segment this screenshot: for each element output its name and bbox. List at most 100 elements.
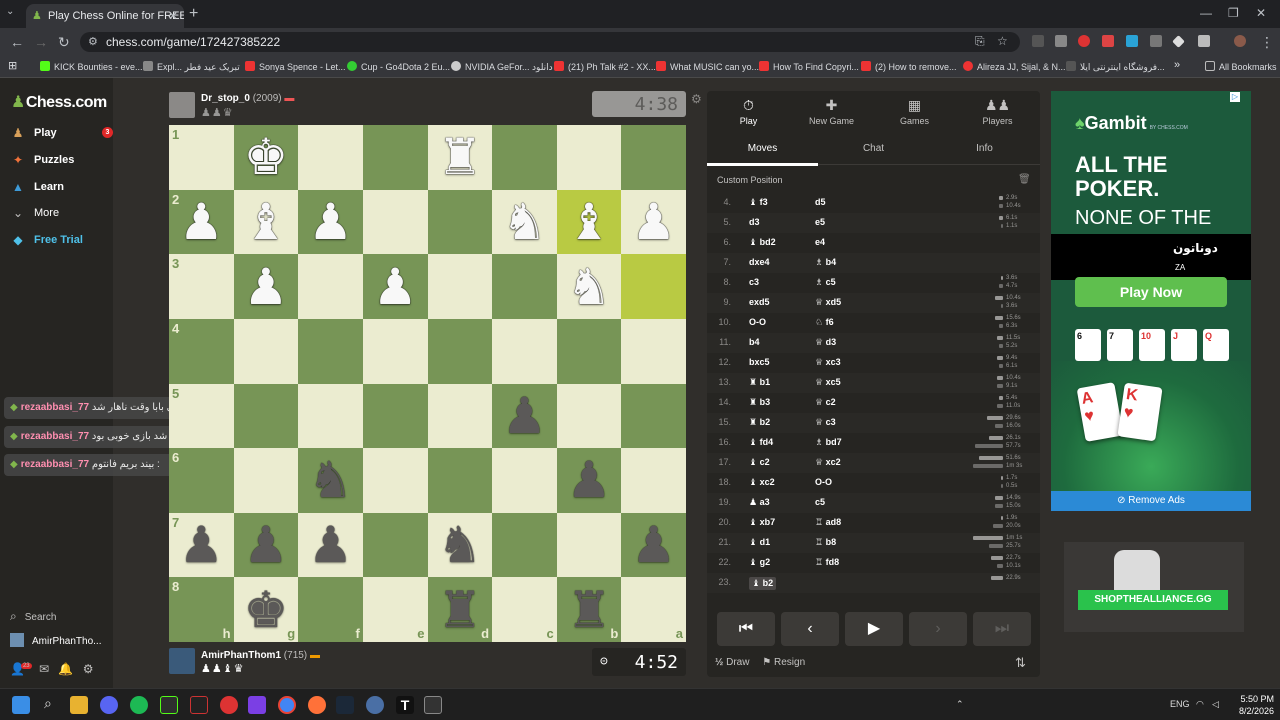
board-square[interactable] xyxy=(556,383,622,449)
more-bookmarks-icon[interactable]: » xyxy=(1174,59,1180,71)
black-move[interactable]: ♖ ad8 xyxy=(815,517,841,528)
black-piece[interactable]: ♟ xyxy=(631,520,676,570)
volume-icon[interactable]: ◁ xyxy=(1212,699,1219,710)
board-square[interactable] xyxy=(492,254,557,319)
black-move[interactable]: ♕ c2 xyxy=(815,397,836,408)
board-square[interactable] xyxy=(621,254,686,319)
ad-choices-icon[interactable]: ▷ xyxy=(1230,92,1240,102)
search-icon[interactable]: ⌕ xyxy=(44,695,52,712)
board-square[interactable] xyxy=(427,383,493,449)
board-square[interactable] xyxy=(362,448,428,513)
last-move-button[interactable]: ⏭ xyxy=(973,612,1031,646)
black-piece[interactable]: ♟ xyxy=(179,520,224,570)
bookmark-item[interactable]: Alireza JJ, Sijal, & N... xyxy=(963,61,1066,72)
bookmark-item[interactable]: How To Find Copyri... xyxy=(759,61,859,72)
tab-close-icon[interactable]: ✕ xyxy=(168,9,178,23)
white-move[interactable]: ♝ g2 xyxy=(749,557,770,568)
browser-tab-chess[interactable]: ♟ Play Chess Online for FREE - 2 P ✕ xyxy=(26,4,184,28)
sidebar-search[interactable]: ⌕ Search xyxy=(10,609,56,624)
install-icon[interactable]: ⎘ xyxy=(975,34,985,49)
chesscom-logo[interactable]: ♟Chess.com xyxy=(11,92,107,112)
black-move[interactable]: c5 xyxy=(815,497,825,507)
new-tab-icon[interactable]: + xyxy=(189,5,198,23)
notifications-bell-icon[interactable]: 🔔 xyxy=(58,662,73,676)
white-piece[interactable]: ♟ xyxy=(631,197,676,247)
board-square[interactable]: 6 xyxy=(169,448,234,513)
apps-grid-icon[interactable]: ⊞ xyxy=(8,59,17,72)
resign-button[interactable]: ⚑ Resign xyxy=(762,657,805,668)
bookmark-item[interactable]: KICK Bounties - eve... xyxy=(40,61,143,72)
previous-move-button[interactable]: ‹ xyxy=(781,612,839,646)
white-move[interactable]: ♝ xb7 xyxy=(749,517,775,528)
white-move[interactable]: ♝ fd4 xyxy=(749,437,773,448)
extension-icon[interactable] xyxy=(1055,35,1067,47)
app-icon[interactable] xyxy=(366,696,384,714)
app-icon[interactable] xyxy=(190,696,208,714)
steam-icon[interactable] xyxy=(336,696,354,714)
board-square[interactable] xyxy=(556,512,622,578)
black-move[interactable]: ♕ c3 xyxy=(815,417,836,428)
extension-icon[interactable] xyxy=(1078,35,1090,47)
board-square[interactable]: ♞ xyxy=(298,448,363,513)
opponent-avatar[interactable] xyxy=(169,92,195,118)
black-move[interactable]: ♕ xc5 xyxy=(815,377,841,388)
sidebar-user[interactable]: AmirPhanTho... xyxy=(10,633,101,647)
white-piece[interactable]: ♝ xyxy=(567,197,612,247)
bookmark-item[interactable]: NVIDIA GeFor... دانلود xyxy=(451,61,553,73)
white-move[interactable]: bxc5 xyxy=(749,357,770,367)
minimize-icon[interactable]: — xyxy=(1200,6,1212,20)
forward-icon[interactable]: → xyxy=(34,34,48,50)
white-move[interactable]: ♜ b3 xyxy=(749,397,770,408)
board-square[interactable]: g ♚ xyxy=(233,577,299,642)
board-square[interactable]: a xyxy=(621,577,686,642)
file-explorer-icon[interactable] xyxy=(70,696,88,714)
black-move[interactable]: ♕ d3 xyxy=(815,337,836,348)
black-move[interactable]: ♗ b4 xyxy=(815,257,836,268)
board-square[interactable] xyxy=(233,383,299,449)
board-square[interactable]: ♟ xyxy=(492,383,557,449)
tab-play[interactable]: ⏱ Play xyxy=(707,97,790,126)
board-square[interactable]: ♟ xyxy=(233,254,299,319)
board-square[interactable] xyxy=(233,448,299,513)
tab-games[interactable]: ▦ Games xyxy=(873,97,956,126)
move-list[interactable]: 4. ♝ f3 d5 2.9s 10.4s 5. d3 e5 6.1s 1.1s 6. ♝ bd2 e4… xyxy=(707,189,1040,609)
white-move[interactable]: ♝ f3 xyxy=(749,197,768,208)
white-piece[interactable]: ♟ xyxy=(244,262,289,312)
board-square[interactable]: ♟ xyxy=(298,189,363,255)
white-piece[interactable]: ♝ xyxy=(244,197,289,247)
black-move[interactable]: ♗ c5 xyxy=(815,277,836,288)
board-square[interactable] xyxy=(556,318,622,384)
extension-icon[interactable] xyxy=(1102,35,1114,47)
opponent-name[interactable]: Dr_stop_0 (2009) ▬ xyxy=(201,93,294,104)
board-square[interactable] xyxy=(621,125,686,190)
black-piece[interactable]: ♞ xyxy=(308,455,353,505)
windows-start-icon[interactable] xyxy=(12,696,30,714)
board-square[interactable]: 1 xyxy=(169,125,234,190)
first-move-button[interactable]: ⏮ xyxy=(717,612,775,646)
reload-icon[interactable]: ↻ xyxy=(58,34,70,51)
white-piece[interactable]: ♟ xyxy=(179,197,224,247)
sidebar-item-play[interactable]: ♟ Play 3 xyxy=(10,126,113,146)
profile-avatar[interactable] xyxy=(1234,35,1246,47)
board-square[interactable]: 5 xyxy=(169,383,234,449)
sidebar-item-more[interactable]: ⌄ More xyxy=(10,206,110,226)
board-square[interactable] xyxy=(362,383,428,449)
board-square[interactable]: 8h xyxy=(169,577,234,642)
white-piece[interactable]: ♟ xyxy=(308,197,353,247)
white-move[interactable]: ♜ b1 xyxy=(749,377,770,388)
board-square[interactable]: 3 xyxy=(169,254,234,319)
board-square[interactable] xyxy=(492,448,557,513)
bookmark-item[interactable]: Expl... تبریک عید فطر xyxy=(143,61,240,73)
board-square[interactable] xyxy=(362,125,428,190)
black-move[interactable]: O-O xyxy=(815,477,832,487)
board-square[interactable]: 2 ♟ xyxy=(169,189,234,255)
black-move[interactable]: ♕ xc2 xyxy=(815,457,841,468)
board-square[interactable]: 4 xyxy=(169,318,234,384)
subtab-moves[interactable]: Moves xyxy=(707,143,818,154)
board-settings-gear-icon[interactable]: ⚙ xyxy=(691,92,702,106)
browser-menu-icon[interactable]: ⋮ xyxy=(1260,34,1274,51)
app-icon[interactable] xyxy=(248,696,266,714)
board-square[interactable]: ♞ xyxy=(492,189,557,255)
player-name[interactable]: AmirPhanThom1 (715) ▬ xyxy=(201,650,320,661)
bookmark-item[interactable]: What MUSIC can yo... xyxy=(656,61,759,72)
